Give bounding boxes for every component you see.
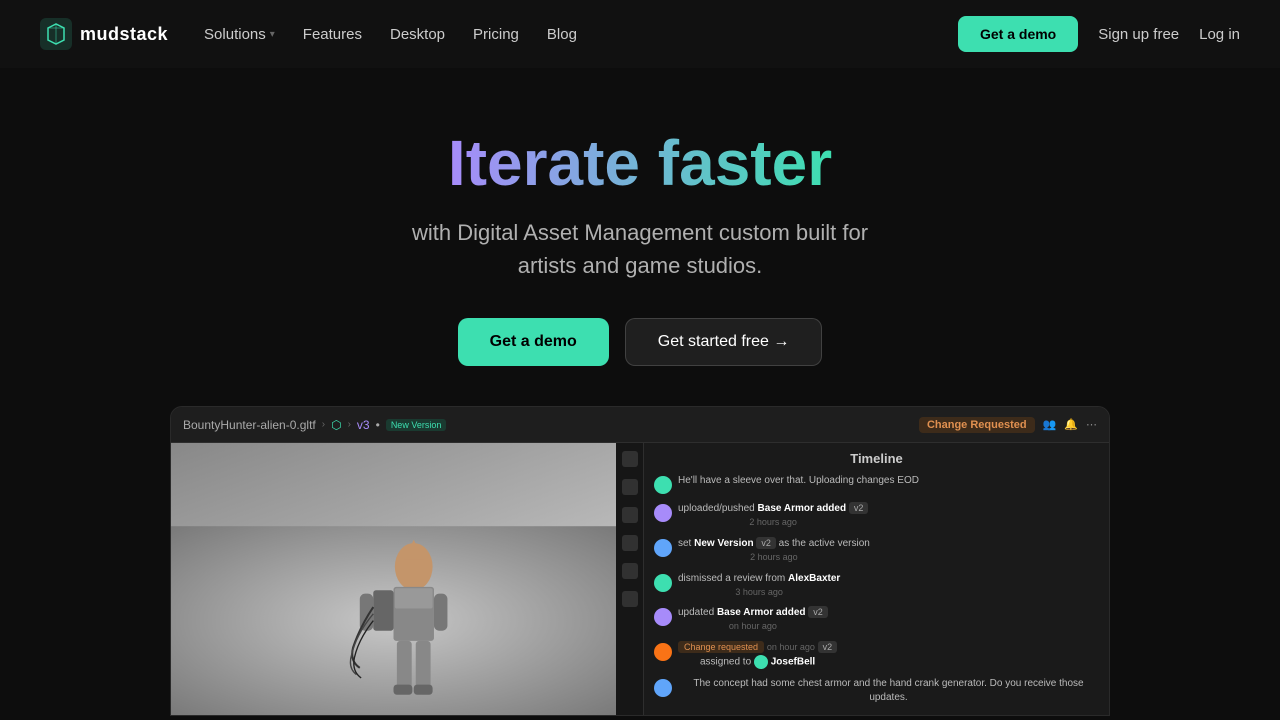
nav-links: Solutions ▾ Features Desktop Pricing Blo… <box>204 26 577 43</box>
nav-right: Get a demo Sign up free Log in <box>958 16 1240 52</box>
nav-blog[interactable]: Blog <box>547 26 577 43</box>
timeline-time: on hour ago <box>678 620 828 633</box>
topbar-right: Change Requested 👥 🔔 ⋯ <box>919 417 1097 433</box>
timeline-item: dismissed a review from AlexBaxter 3 hou… <box>654 572 1099 599</box>
hero-subtitle: with Digital Asset Management custom bui… <box>412 216 868 282</box>
timeline-text: set New Version v2 as the active version <box>678 537 870 551</box>
avatar <box>654 539 672 557</box>
subscribers-icon: 👥 <box>1043 418 1057 431</box>
logo[interactable]: mudstack <box>40 18 168 50</box>
hero-buttons: Get a demo Get started free → <box>458 318 823 366</box>
timeline-content: uploaded/pushed Base Armor added v2 2 ho… <box>678 502 868 529</box>
timeline-text: assigned to JosefBell <box>678 655 837 670</box>
hero-section: Iterate faster with Digital Asset Manage… <box>0 68 1280 716</box>
nav-left: mudstack Solutions ▾ Features Desktop Pr… <box>40 18 577 50</box>
login-link[interactable]: Log in <box>1199 26 1240 43</box>
get-demo-button[interactable]: Get a demo <box>958 16 1078 52</box>
nav-features[interactable]: Features <box>303 26 362 43</box>
tag-icon <box>622 563 638 579</box>
timeline-text: Change requested on hour ago v2 <box>678 641 837 655</box>
breadcrumb-file: BountyHunter-alien-0.gltf <box>183 418 316 432</box>
timeline-item: Change requested on hour ago v2 assigned… <box>654 641 1099 670</box>
timeline-text: The concept had some chest armor and the… <box>678 677 1099 705</box>
sidebar-icons <box>616 443 644 715</box>
nav-solutions[interactable]: Solutions ▾ <box>204 26 275 43</box>
hero-start-button[interactable]: Get started free → <box>625 318 823 366</box>
share-icon <box>622 507 638 523</box>
timeline-text: He'll have a sleeve over that. Uploading… <box>678 474 919 488</box>
timeline-content: He'll have a sleeve over that. Uploading… <box>678 474 919 494</box>
avatar <box>654 679 672 697</box>
logo-text: mudstack <box>80 24 168 45</box>
nav-desktop[interactable]: Desktop <box>390 26 445 43</box>
chevron-down-icon: ▾ <box>270 29 275 40</box>
breadcrumb-chevron2: › <box>348 419 351 430</box>
nav-pricing[interactable]: Pricing <box>473 26 519 43</box>
screenshot-topbar: BountyHunter-alien-0.gltf › ⬡ › v3 • New… <box>171 407 1109 443</box>
avatar <box>654 608 672 626</box>
screenshot-body: Timeline He'll have a sleeve over that. … <box>171 443 1109 715</box>
timeline-panel: Timeline He'll have a sleeve over that. … <box>644 443 1109 715</box>
breadcrumb-v: v3 <box>357 418 370 432</box>
timeline-time: 3 hours ago <box>678 586 840 599</box>
timeline-time: 2 hours ago <box>678 516 868 529</box>
avatar <box>654 476 672 494</box>
breadcrumb-dot: • <box>376 418 380 432</box>
breadcrumb-chevron: › <box>322 419 325 430</box>
timeline-item: updated Base Armor added v2 on hour ago <box>654 606 1099 633</box>
timeline-content: dismissed a review from AlexBaxter 3 hou… <box>678 572 840 599</box>
clock-icon <box>622 451 638 467</box>
avatar <box>654 574 672 592</box>
logo-icon <box>40 18 72 50</box>
hero-demo-button[interactable]: Get a demo <box>458 318 609 366</box>
timeline-text: dismissed a review from AlexBaxter <box>678 572 840 586</box>
timeline-item: He'll have a sleeve over that. Uploading… <box>654 474 1099 494</box>
timeline-text: updated Base Armor added v2 <box>678 606 828 620</box>
timeline-content: set New Version v2 as the active version… <box>678 537 870 564</box>
timeline-time: 2 hours ago <box>678 551 870 564</box>
timeline-text: uploaded/pushed Base Armor added v2 <box>678 502 868 516</box>
timeline-item: uploaded/pushed Base Armor added v2 2 ho… <box>654 502 1099 529</box>
link-icon <box>622 591 638 607</box>
product-screenshot: BountyHunter-alien-0.gltf › ⬡ › v3 • New… <box>170 406 1110 716</box>
options-icon: ⋯ <box>1086 418 1097 431</box>
breadcrumb-icon: ⬡ <box>331 418 341 432</box>
3d-viewport <box>171 443 616 715</box>
new-version-tag: New Version <box>386 419 447 431</box>
timeline-item: set New Version v2 as the active version… <box>654 537 1099 564</box>
sign-up-link[interactable]: Sign up free <box>1098 26 1179 43</box>
breadcrumb: BountyHunter-alien-0.gltf › ⬡ › v3 • New… <box>183 418 909 432</box>
timeline-item: The concept had some chest armor and the… <box>654 677 1099 705</box>
timeline-content: updated Base Armor added v2 on hour ago <box>678 606 828 633</box>
change-requested-badge: Change Requested <box>919 417 1035 433</box>
avatar <box>754 655 768 669</box>
bell-icon: 🔔 <box>1064 418 1078 431</box>
navbar: mudstack Solutions ▾ Features Desktop Pr… <box>0 0 1280 68</box>
timeline-content: Change requested on hour ago v2 assigned… <box>678 641 837 670</box>
history-icon <box>622 479 638 495</box>
timeline-content: The concept had some chest armor and the… <box>678 677 1099 705</box>
avatar <box>654 504 672 522</box>
hero-title: Iterate faster <box>448 128 832 198</box>
character-svg <box>171 443 616 715</box>
avatar <box>654 643 672 661</box>
info-icon <box>622 535 638 551</box>
timeline-title: Timeline <box>654 451 1099 466</box>
